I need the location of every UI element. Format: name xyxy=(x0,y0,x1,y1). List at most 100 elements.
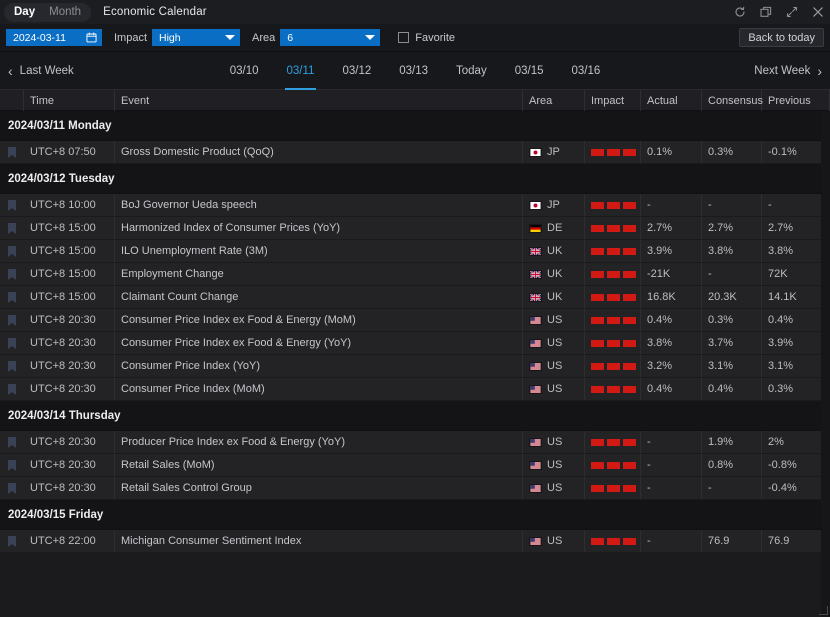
bookmark-icon[interactable] xyxy=(8,291,16,303)
day-tab-03-16[interactable]: 03/16 xyxy=(557,52,614,90)
last-week-label: Last Week xyxy=(19,64,74,77)
favorite-toggle-cell[interactable] xyxy=(0,431,24,453)
table-row[interactable]: UTC+8 15:00 Harmonized Index of Consumer … xyxy=(0,217,830,240)
table-row[interactable]: UTC+8 22:00 Michigan Consumer Sentiment I… xyxy=(0,530,830,553)
app-title: Economic Calendar xyxy=(103,6,207,18)
impact-bar xyxy=(623,385,636,393)
favorite-filter[interactable]: Favorite xyxy=(398,32,455,44)
table-row[interactable]: UTC+8 15:00 Claimant Count Change UK 16.8K 2… xyxy=(0,286,830,309)
area-filter-select[interactable]: 6 xyxy=(280,29,381,46)
favorite-toggle-cell[interactable] xyxy=(0,240,24,262)
favorite-toggle-cell[interactable] xyxy=(0,378,24,400)
cell-consensus: 76.9 xyxy=(702,530,762,552)
cell-actual: 3.9% xyxy=(641,240,702,262)
cell-area: UK xyxy=(523,286,585,308)
flag-de-icon xyxy=(529,223,542,233)
table-row[interactable]: UTC+8 20:30 Retail Sales Control Group US -… xyxy=(0,477,830,500)
table-row[interactable]: UTC+8 20:30 Consumer Price Index ex Food … xyxy=(0,309,830,332)
cell-area: US xyxy=(523,454,585,476)
day-tab-03-15[interactable]: 03/15 xyxy=(501,52,558,90)
close-icon[interactable] xyxy=(811,6,824,19)
favorite-toggle-cell[interactable] xyxy=(0,141,24,163)
bookmark-icon[interactable] xyxy=(8,436,16,448)
cell-previous: - xyxy=(762,194,830,216)
bookmark-icon[interactable] xyxy=(8,535,16,547)
day-tab-03-12[interactable]: 03/12 xyxy=(328,52,385,90)
bookmark-icon[interactable] xyxy=(8,383,16,395)
calendar-icon[interactable] xyxy=(86,32,97,43)
bookmark-icon[interactable] xyxy=(8,146,16,158)
bookmark-icon[interactable] xyxy=(8,314,16,326)
cell-consensus: - xyxy=(702,263,762,285)
favorite-checkbox[interactable] xyxy=(398,32,410,43)
column-header-impact: Impact xyxy=(585,90,641,111)
impact-bar xyxy=(591,148,604,156)
favorite-toggle-cell[interactable] xyxy=(0,309,24,331)
cell-area: DE xyxy=(523,217,585,239)
day-tab-03-13[interactable]: 03/13 xyxy=(385,52,442,90)
favorite-toggle-cell[interactable] xyxy=(0,530,24,552)
bookmark-icon[interactable] xyxy=(8,222,16,234)
cell-time: UTC+8 15:00 xyxy=(24,217,115,239)
view-tab-day[interactable]: Day xyxy=(7,3,42,22)
bookmark-icon[interactable] xyxy=(8,482,16,494)
view-mode-switch[interactable]: Day Month xyxy=(4,2,92,22)
flag-us-icon xyxy=(529,483,542,493)
last-week-button[interactable]: ‹ Last Week xyxy=(8,64,74,78)
favorite-toggle-cell[interactable] xyxy=(0,454,24,476)
view-tab-month[interactable]: Month xyxy=(42,3,88,22)
favorite-toggle-cell[interactable] xyxy=(0,477,24,499)
table-row[interactable]: UTC+8 07:50 Gross Domestic Product (QoQ) J… xyxy=(0,141,830,164)
bookmark-icon[interactable] xyxy=(8,360,16,372)
expand-icon[interactable] xyxy=(785,6,798,19)
impact-bar xyxy=(607,316,620,324)
impact-filter-select[interactable]: High xyxy=(152,29,241,46)
impact-bar xyxy=(607,270,620,278)
favorite-toggle-cell[interactable] xyxy=(0,355,24,377)
cell-area: US xyxy=(523,355,585,377)
window-resize-handle[interactable] xyxy=(819,606,828,615)
table-row[interactable]: UTC+8 20:30 Consumer Price Index ex Food … xyxy=(0,332,830,355)
favorite-toggle-cell[interactable] xyxy=(0,286,24,308)
impact-bar xyxy=(623,339,636,347)
refresh-icon[interactable] xyxy=(733,6,746,19)
day-tab-03-11[interactable]: 03/11 xyxy=(273,52,329,90)
day-tab-today[interactable]: Today xyxy=(442,52,501,90)
favorite-toggle-cell[interactable] xyxy=(0,194,24,216)
favorite-toggle-cell[interactable] xyxy=(0,263,24,285)
impact-bar xyxy=(607,438,620,446)
table-row[interactable]: UTC+8 20:30 Consumer Price Index (YoY) US 3… xyxy=(0,355,830,378)
back-to-today-button[interactable]: Back to today xyxy=(739,28,824,47)
impact-bar xyxy=(607,224,620,232)
day-tab-03-10[interactable]: 03/10 xyxy=(216,52,273,90)
bookmark-icon[interactable] xyxy=(8,459,16,471)
cell-actual: - xyxy=(641,477,702,499)
bookmark-icon[interactable] xyxy=(8,337,16,349)
flag-jp-icon xyxy=(529,147,542,157)
favorite-toggle-cell[interactable] xyxy=(0,332,24,354)
flag-us-icon xyxy=(529,437,542,447)
cell-event: Consumer Price Index (MoM) xyxy=(115,378,523,400)
table-row[interactable]: UTC+8 10:00 BoJ Governor Ueda speech JP - - - xyxy=(0,194,830,217)
table-row[interactable]: UTC+8 15:00 ILO Unemployment Rate (3M) UK 3… xyxy=(0,240,830,263)
cell-event: Producer Price Index ex Food & Energy (Y… xyxy=(115,431,523,453)
favorite-toggle-cell[interactable] xyxy=(0,217,24,239)
restore-window-icon[interactable] xyxy=(759,6,772,19)
impact-filter-label: Impact xyxy=(114,31,148,44)
table-row[interactable]: UTC+8 20:30 Consumer Price Index (MoM) US 0… xyxy=(0,378,830,401)
bookmark-icon[interactable] xyxy=(8,268,16,280)
date-input[interactable]: 2024-03-11 xyxy=(6,29,102,46)
cell-impact xyxy=(585,240,641,262)
cell-time: UTC+8 20:30 xyxy=(24,431,115,453)
cell-actual: 16.8K xyxy=(641,286,702,308)
cell-consensus: - xyxy=(702,194,762,216)
table-row[interactable]: UTC+8 15:00 Employment Change UK -21K -72K xyxy=(0,263,830,286)
table-row[interactable]: UTC+8 20:30 Retail Sales (MoM) US -0.8% -0.8… xyxy=(0,454,830,477)
table-row[interactable]: UTC+8 20:30 Producer Price Index ex Food … xyxy=(0,431,830,454)
vertical-scrollbar[interactable] xyxy=(821,111,830,617)
impact-bar xyxy=(591,339,604,347)
next-week-button[interactable]: Next Week › xyxy=(754,64,822,78)
cell-previous: 2% xyxy=(762,431,830,453)
bookmark-icon[interactable] xyxy=(8,199,16,211)
bookmark-icon[interactable] xyxy=(8,245,16,257)
